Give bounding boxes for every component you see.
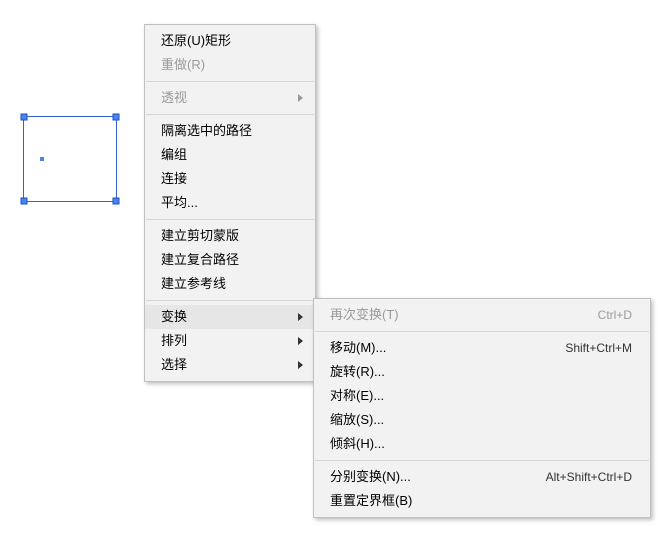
menu-item-perspective: 透视 <box>145 86 315 110</box>
menu-item-transform[interactable]: 变换 <box>145 305 315 329</box>
menu-item-label: 重置定界框(B) <box>330 489 412 513</box>
menu-item-label: 建立剪切蒙版 <box>161 224 239 248</box>
menu-item-label: 透视 <box>161 86 187 110</box>
anchor-handle[interactable] <box>21 114 28 121</box>
menu-item-shortcut: Ctrl+D <box>598 303 632 327</box>
menu-item-average[interactable]: 平均... <box>145 191 315 215</box>
menu-item-shear[interactable]: 倾斜(H)... <box>314 432 650 456</box>
anchor-handle[interactable] <box>113 114 120 121</box>
menu-item-label: 再次变换(T) <box>330 303 399 327</box>
menu-item-label: 倾斜(H)... <box>330 432 385 456</box>
menu-item-label: 分别变换(N)... <box>330 465 411 489</box>
center-point <box>40 157 44 161</box>
menu-item-shortcut: Alt+Shift+Ctrl+D <box>546 465 632 489</box>
menu-item-label: 建立复合路径 <box>161 248 239 272</box>
menu-item-transform-again: 再次变换(T) Ctrl+D <box>314 303 650 327</box>
menu-item-label: 旋转(R)... <box>330 360 385 384</box>
menu-item-make-compound-path[interactable]: 建立复合路径 <box>145 248 315 272</box>
menu-item-label: 平均... <box>161 191 198 215</box>
menu-item-make-clipping-mask[interactable]: 建立剪切蒙版 <box>145 224 315 248</box>
menu-separator <box>315 331 649 332</box>
menu-item-label: 变换 <box>161 305 187 329</box>
submenu-arrow-icon <box>298 361 303 369</box>
menu-item-move[interactable]: 移动(M)... Shift+Ctrl+M <box>314 336 650 360</box>
menu-item-reset-bounding-box[interactable]: 重置定界框(B) <box>314 489 650 513</box>
context-menu: 还原(U)矩形 重做(R) 透视 隔离选中的路径 编组 连接 平均... 建立剪… <box>144 24 316 382</box>
menu-item-undo[interactable]: 还原(U)矩形 <box>145 29 315 53</box>
menu-item-isolate-path[interactable]: 隔离选中的路径 <box>145 119 315 143</box>
menu-item-transform-each[interactable]: 分别变换(N)... Alt+Shift+Ctrl+D <box>314 465 650 489</box>
menu-item-label: 排列 <box>161 329 187 353</box>
menu-separator <box>146 81 314 82</box>
menu-item-redo: 重做(R) <box>145 53 315 77</box>
menu-item-label: 还原(U)矩形 <box>161 29 231 53</box>
menu-item-rotate[interactable]: 旋转(R)... <box>314 360 650 384</box>
menu-item-select[interactable]: 选择 <box>145 353 315 377</box>
transform-submenu: 再次变换(T) Ctrl+D 移动(M)... Shift+Ctrl+M 旋转(… <box>313 298 651 518</box>
menu-separator <box>146 114 314 115</box>
menu-item-label: 移动(M)... <box>330 336 386 360</box>
anchor-handle[interactable] <box>113 198 120 205</box>
menu-item-shortcut: Shift+Ctrl+M <box>565 336 632 360</box>
menu-separator <box>315 460 649 461</box>
menu-item-arrange[interactable]: 排列 <box>145 329 315 353</box>
menu-item-join[interactable]: 连接 <box>145 167 315 191</box>
menu-item-scale[interactable]: 缩放(S)... <box>314 408 650 432</box>
menu-item-label: 对称(E)... <box>330 384 384 408</box>
menu-item-label: 建立参考线 <box>161 272 226 296</box>
menu-item-label: 选择 <box>161 353 187 377</box>
menu-item-group[interactable]: 编组 <box>145 143 315 167</box>
menu-item-label: 编组 <box>161 143 187 167</box>
submenu-arrow-icon <box>298 94 303 102</box>
menu-separator <box>146 219 314 220</box>
menu-item-label: 隔离选中的路径 <box>161 119 252 143</box>
anchor-handle[interactable] <box>21 198 28 205</box>
menu-item-label: 缩放(S)... <box>330 408 384 432</box>
menu-item-label: 连接 <box>161 167 187 191</box>
canvas: 还原(U)矩形 重做(R) 透视 隔离选中的路径 编组 连接 平均... 建立剪… <box>0 0 658 539</box>
submenu-arrow-icon <box>298 337 303 345</box>
menu-item-label: 重做(R) <box>161 53 205 77</box>
menu-item-reflect[interactable]: 对称(E)... <box>314 384 650 408</box>
selected-rectangle[interactable] <box>23 116 117 202</box>
submenu-arrow-icon <box>298 313 303 321</box>
menu-item-make-guides[interactable]: 建立参考线 <box>145 272 315 296</box>
menu-separator <box>146 300 314 301</box>
